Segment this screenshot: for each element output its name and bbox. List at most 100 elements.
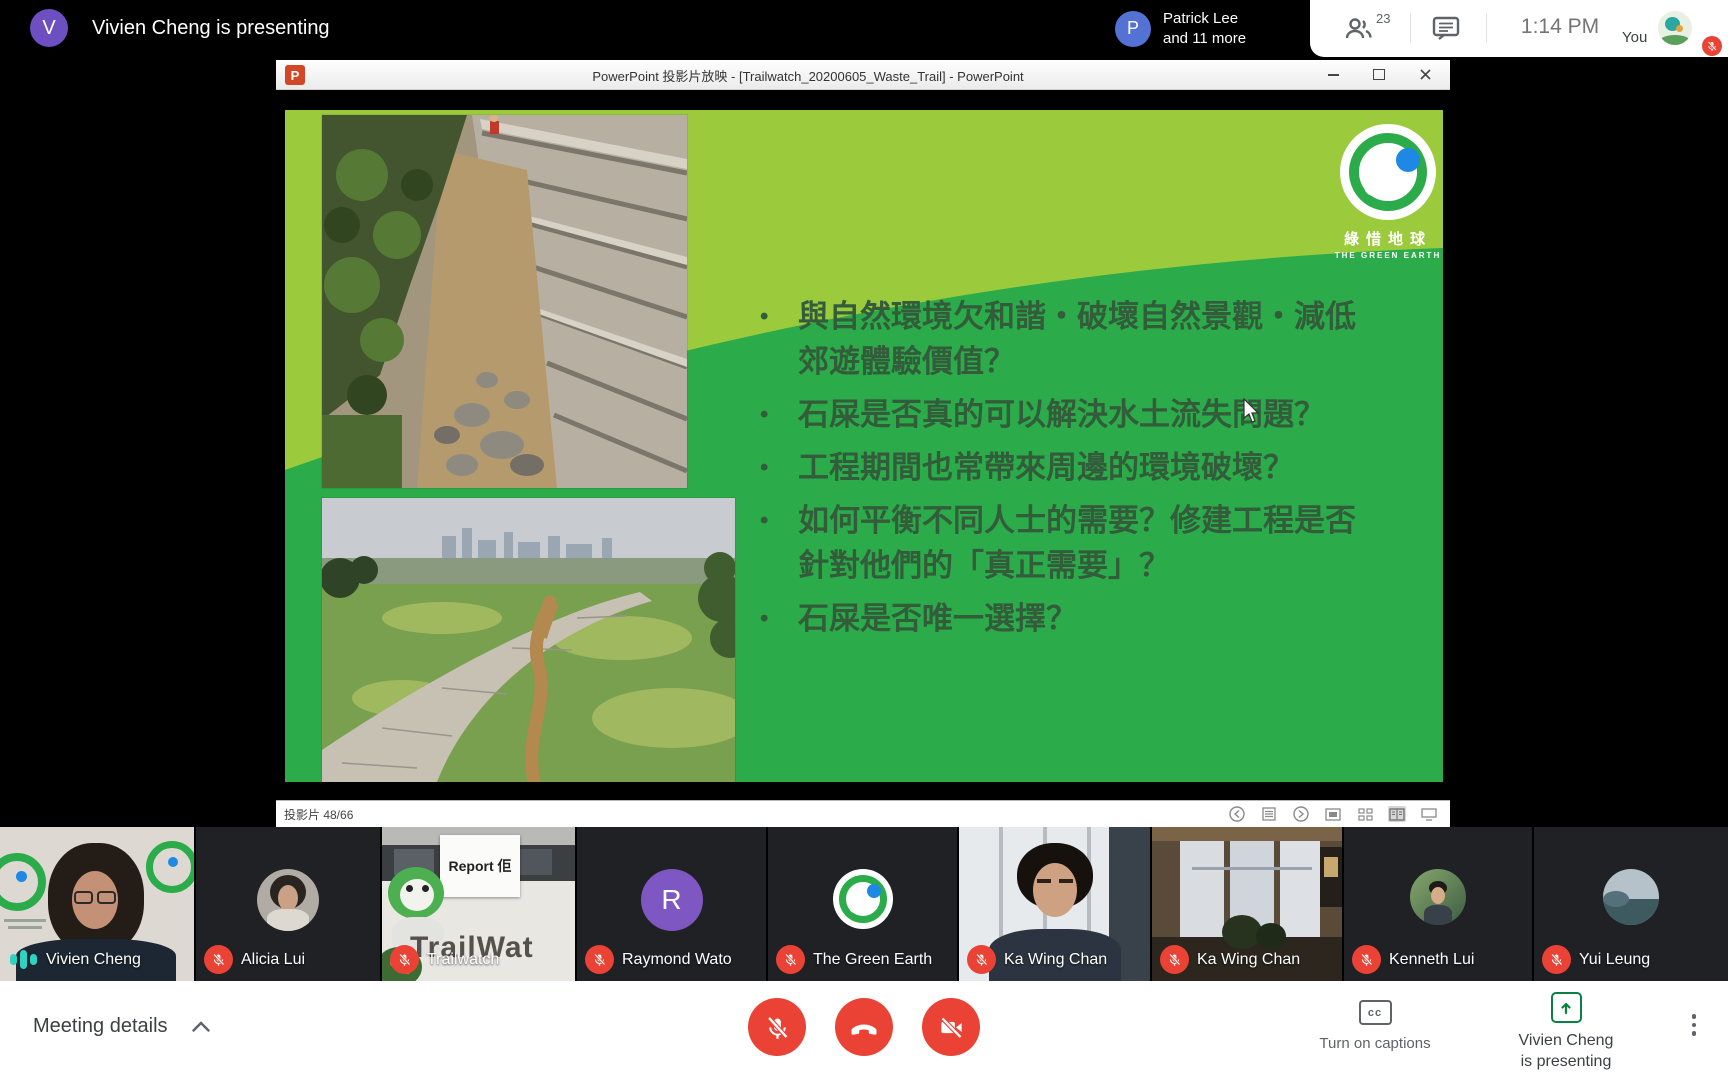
bullet-item: • 工程期間也常帶來周邊的環境破壞？ [760,445,1440,490]
speaking-indicator-icon [8,945,38,974]
meeting-details-button[interactable]: Meeting details [33,1015,210,1038]
next-slide-icon [1292,806,1310,822]
participant-name: Kenneth Lui [1389,951,1474,969]
bullet-item: • 與自然環境欠和諧‧破壞自然景觀‧減低 郊遊體驗價值？ [760,294,1440,384]
captions-label: Turn on captions [1319,1035,1430,1052]
presenter-banner: Vivien Cheng is presenting [92,0,330,57]
ppt-window-title: PowerPoint 投影片放映 - [Trailwatch_20200605_… [316,60,1300,90]
bullet-text: 如何平衡不同人士的需要？修建工程是否 [798,503,1356,538]
muted-mic-icon [1160,945,1189,974]
meeting-details-label: Meeting details [33,1015,168,1038]
participant-name: Ka Wing Chan [1004,951,1107,969]
bullet-text: 石屎是否唯一選擇？ [798,596,1077,641]
attendee-line1: Patrick Lee [1163,9,1246,29]
chat-icon[interactable] [1432,16,1460,42]
bullet-item: • 如何平衡不同人士的需要？修建工程是否 針對他們的「真正需要」？ [760,498,1440,588]
slide: 綠惜地球 THE GREEN EARTH [285,110,1443,782]
green-earth-avatar [833,869,893,929]
participant-tile[interactable]: Kenneth Lui [1344,827,1532,981]
attendee-avatar: P [1115,11,1151,47]
previous-slide-icon [1228,806,1246,822]
participant-tile[interactable]: Yui Leung [1534,827,1728,981]
shared-screen-powerpoint-window: P PowerPoint 投影片放映 - [Trailwatch_2020060… [276,60,1450,827]
participant-name: Yui Leung [1579,951,1650,969]
bullet-text: 郊遊體驗價值？ [798,344,1015,379]
bullet-text: 針對他們的「真正需要」？ [798,548,1170,583]
muted-mic-icon [204,945,233,974]
presenting-status-button[interactable]: Vivien Cheng is presenting [1486,992,1646,1072]
letter-avatar: R [641,869,703,931]
ppt-status-bar: 投影片 48/66 [276,800,1450,827]
bullet-dot: • [760,596,798,641]
mouse-cursor [1243,398,1261,424]
participants-count: 23 [1376,11,1390,26]
participant-name: Vivien Cheng [46,951,141,969]
presenting-line2: is presenting [1519,1051,1614,1072]
bullet-dot: • [760,445,798,490]
reading-view-icon [1388,806,1406,822]
more-options-button[interactable] [1690,1014,1698,1036]
bullet-text: 與自然環境欠和諧‧破壞自然景觀‧減低 [798,299,1356,334]
participant-tile[interactable]: The Green Earth [768,827,957,981]
participant-tile[interactable]: R Raymond Wato [577,827,766,981]
mic-mute-button[interactable] [748,998,806,1056]
participant-name: Ka Wing Chan [1197,951,1300,969]
attendee-names: Patrick Lee and 11 more [1163,9,1246,49]
attendees-pill[interactable]: P Patrick Lee and 11 more [1103,0,1310,57]
camera-off-button[interactable] [922,998,980,1056]
bullet-dot: • [760,392,798,437]
ppt-title-bar: P PowerPoint 投影片放映 - [Trailwatch_2020060… [276,60,1450,90]
muted-mic-icon [776,945,805,974]
participant-name: Alicia Lui [241,951,305,969]
bullet-item: • 石屎是否唯一選擇？ [760,596,1440,641]
participant-strip: Vivien Cheng Alicia Lui Report 佢 [0,827,1728,981]
participant-tile[interactable]: Report 佢 TrailWat Trailwatch [382,827,575,981]
participants-icon[interactable] [1344,16,1374,42]
display-settings-icon [1420,806,1438,822]
participant-tile[interactable]: Alicia Lui [196,827,380,981]
logo-text-zh: 綠惜地球 [1328,228,1443,249]
captions-icon: cc [1359,1000,1392,1025]
slide-bullet-list: • 與自然環境欠和諧‧破壞自然景觀‧減低 郊遊體驗價值？ • 石屎是否真的可以解… [760,294,1440,649]
divider [1486,13,1487,43]
participant-tile[interactable]: Ka Wing Chan [1152,827,1342,981]
slideshow-area: 綠惜地球 THE GREEN EARTH [276,90,1450,800]
photo-trail-hillside [322,498,735,782]
green-earth-logo: 綠惜地球 THE GREEN EARTH [1328,124,1443,260]
muted-mic-icon [585,945,614,974]
hang-up-button[interactable] [835,998,893,1056]
clock: 1:14 PM [1502,15,1618,39]
slide-counter: 投影片 48/66 [284,801,353,827]
chevron-up-icon [192,1021,210,1032]
slide-view-icon [1324,806,1342,822]
logo-text-en: THE GREEN EARTH [1328,251,1443,260]
muted-mic-icon [1542,945,1571,974]
bullet-dot: • [760,498,798,588]
muted-mic-icon [967,945,996,974]
bullet-text: 工程期間也常帶來周邊的環境破壞？ [798,445,1294,490]
maximize-icon [1356,60,1402,89]
muted-mic-icon [1352,945,1381,974]
muted-mic-icon [390,945,419,974]
top-bar: V Vivien Cheng is presenting P Patrick L… [0,0,1728,57]
you-avatar[interactable] [1658,11,1692,45]
attendee-line2: and 11 more [1163,29,1246,49]
divider [1410,13,1411,43]
present-screen-icon [1551,992,1582,1023]
grid-view-icon [1356,806,1374,822]
participant-name: The Green Earth [813,951,932,969]
participant-tile[interactable]: Ka Wing Chan [959,827,1150,981]
you-label: You [1622,29,1647,46]
report-sign-text: Report 佢 [449,856,512,876]
photo-eroded-trail-stairs [322,115,687,488]
you-muted-mic-icon [1702,36,1722,56]
close-icon [1402,60,1448,89]
participant-name: Trailwatch [427,951,499,969]
powerpoint-icon: P [285,65,305,85]
presenter-avatar: V [30,9,68,47]
pen-menu-icon [1260,806,1278,822]
turn-on-captions-button[interactable]: cc Turn on captions [1290,1000,1460,1052]
top-right-panel: 23 1:14 PM You [1310,0,1728,57]
minimize-icon [1310,60,1356,89]
participant-tile[interactable]: Vivien Cheng [0,827,194,981]
